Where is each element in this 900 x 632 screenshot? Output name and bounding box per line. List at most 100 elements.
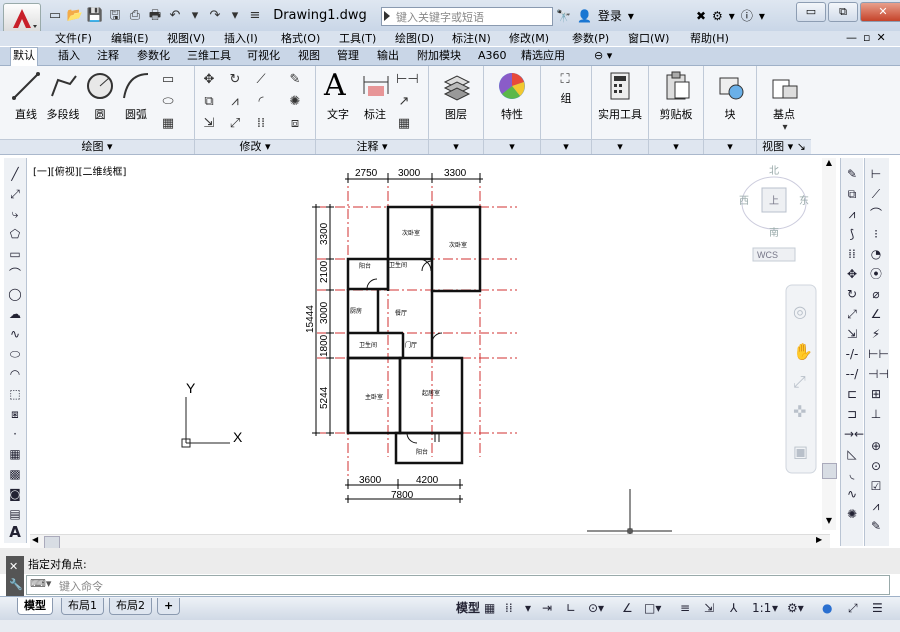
- menu-tools[interactable]: 工具(T): [339, 31, 376, 46]
- fillet-icon[interactable]: ◜: [253, 94, 269, 110]
- properties-panel-footer[interactable]: ▾: [484, 139, 540, 154]
- search-expand-icon[interactable]: [384, 11, 390, 21]
- line-label[interactable]: 直线: [6, 106, 46, 122]
- leader-icon[interactable]: ↗: [396, 94, 412, 110]
- viewcube-north[interactable]: 北: [769, 165, 779, 177]
- binoculars-icon[interactable]: 🔭: [556, 9, 571, 23]
- undo-dropdown-icon[interactable]: ▾: [186, 7, 204, 25]
- menu-help[interactable]: 帮助(H): [690, 31, 729, 46]
- command-input[interactable]: 键入命令: [59, 578, 103, 594]
- mirror-tool-icon[interactable]: ⩘: [844, 206, 860, 222]
- explode-tool-icon[interactable]: ✺: [844, 506, 860, 522]
- polyline-icon[interactable]: [48, 70, 80, 102]
- join-icon[interactable]: →←: [844, 426, 864, 442]
- annotation-visibility-icon[interactable]: ⅄: [730, 600, 737, 616]
- jogged-icon[interactable]: ⦿: [868, 266, 884, 282]
- trim-tool-icon[interactable]: -/-: [844, 346, 860, 362]
- extend-tool-icon[interactable]: --/: [844, 366, 860, 382]
- ortho-icon[interactable]: ∟: [566, 600, 576, 616]
- snap-dropdown-icon[interactable]: ▾: [525, 600, 531, 616]
- dim-edit-icon[interactable]: ✎: [868, 518, 884, 534]
- drawing-canvas[interactable]: [一][俯视][二维线框] 2750 3000 3300 3300 2100 3…: [27, 157, 837, 534]
- scroll-up-icon[interactable]: ▲: [822, 158, 836, 172]
- rotate-tool-icon[interactable]: ↻: [844, 286, 860, 302]
- point-icon[interactable]: ·: [7, 426, 23, 442]
- isodraft-icon[interactable]: ∠: [622, 600, 633, 616]
- vertical-scroll-thumb[interactable]: [822, 463, 837, 479]
- tab-3d-tools[interactable]: 三维工具: [185, 48, 233, 64]
- properties-label[interactable]: 特性: [484, 106, 540, 122]
- tab-insert[interactable]: 插入: [56, 48, 82, 64]
- undo-icon[interactable]: ↶: [166, 7, 184, 25]
- layers-label[interactable]: 图层: [429, 106, 483, 122]
- blend-icon[interactable]: ∿: [844, 486, 860, 502]
- close-command-icon[interactable]: ✕: [9, 560, 18, 573]
- table-tool-icon[interactable]: ▤: [7, 506, 23, 522]
- annotation-panel-footer[interactable]: 注释 ▾: [316, 139, 428, 154]
- menu-modify[interactable]: 修改(M): [509, 31, 549, 46]
- lineweight-icon[interactable]: ≡: [680, 600, 690, 616]
- command-line-handle[interactable]: ✕ 🔧: [6, 556, 24, 596]
- help-dropdown-icon[interactable]: ▾: [759, 9, 765, 23]
- polyline-label[interactable]: 多段线: [44, 106, 82, 122]
- open-file-icon[interactable]: 📂: [66, 7, 84, 25]
- viewcube-east[interactable]: 东: [799, 194, 809, 207]
- tab-addins[interactable]: 附加模块: [415, 48, 463, 64]
- erase-tool-icon[interactable]: ✎: [844, 166, 860, 182]
- ribbon-toggle-icon[interactable]: ⊖ ▾: [592, 48, 614, 64]
- infer-constraints-icon[interactable]: ⇥: [542, 600, 552, 616]
- command-prompt-icon[interactable]: ⌨▾: [30, 577, 51, 590]
- table-icon[interactable]: ▦: [396, 116, 412, 132]
- circle-tool-icon[interactable]: ◯: [7, 286, 23, 302]
- multiline-text-icon[interactable]: A: [7, 524, 23, 540]
- restore-button[interactable]: ⧉: [828, 2, 858, 22]
- tab-annotate[interactable]: 注释: [95, 48, 121, 64]
- menu-edit[interactable]: 编辑(E): [111, 31, 149, 46]
- text-icon[interactable]: A: [324, 68, 346, 103]
- group-panel-footer[interactable]: ▾: [541, 139, 591, 154]
- tab-output[interactable]: 输出: [375, 48, 401, 64]
- login-dropdown-icon[interactable]: ▾: [628, 9, 634, 23]
- copy-icon[interactable]: ⧉: [201, 94, 217, 110]
- circle-icon[interactable]: [84, 70, 116, 102]
- print-icon[interactable]: ⎙: [126, 7, 144, 25]
- user-icon[interactable]: 👤: [577, 9, 592, 23]
- scale-tool-icon[interactable]: ⤢: [844, 306, 860, 322]
- hatch-icon[interactable]: ▦: [160, 116, 176, 132]
- viewcube-top[interactable]: 上: [769, 195, 779, 207]
- linear-dim-icon[interactable]: ⊢⊣: [396, 72, 419, 88]
- scale-icon[interactable]: ⤢: [227, 116, 243, 132]
- hatch-tool-icon[interactable]: ▦: [7, 446, 23, 462]
- block-panel-footer[interactable]: ▾: [704, 139, 756, 154]
- radius-icon[interactable]: ◔: [868, 246, 884, 262]
- inspection-icon[interactable]: ☑: [868, 478, 884, 494]
- clipboard-label[interactable]: 剪贴板: [649, 106, 703, 122]
- clipboard-icon[interactable]: [661, 70, 693, 102]
- ordinate-icon[interactable]: ⁝: [868, 226, 884, 242]
- new-file-icon[interactable]: ▭: [46, 7, 64, 25]
- base-dropdown-icon[interactable]: ▾: [777, 120, 793, 136]
- horizontal-scrollbar[interactable]: ◀ ▶: [30, 534, 830, 549]
- grid-icon[interactable]: ▦: [484, 600, 495, 616]
- mdi-minimize-button[interactable]: —: [846, 31, 857, 44]
- make-block-icon[interactable]: ⧆: [7, 406, 23, 422]
- linear-dimension-icon[interactable]: ⊢: [868, 166, 884, 182]
- fillet-tool-icon[interactable]: ◟: [844, 466, 860, 482]
- calculator-icon[interactable]: [604, 70, 636, 102]
- layout-tab-1[interactable]: 布局1: [61, 598, 104, 615]
- array-tool-icon[interactable]: ⁞⁞: [844, 246, 860, 262]
- offset-icon[interactable]: ⧈: [287, 116, 303, 132]
- rectangle-tool-icon[interactable]: ▭: [7, 246, 23, 262]
- save-as-icon[interactable]: 🖫: [106, 7, 124, 25]
- layout-tab-2[interactable]: 布局2: [109, 598, 152, 615]
- arc-label[interactable]: 圆弧: [118, 106, 154, 122]
- tab-featured-apps[interactable]: 精选应用: [519, 48, 567, 64]
- layout-tab-model[interactable]: 模型: [17, 598, 53, 615]
- dimension-icon[interactable]: [360, 70, 392, 102]
- customize-command-icon[interactable]: 🔧: [9, 578, 23, 591]
- utilities-label[interactable]: 实用工具: [592, 106, 648, 122]
- tolerance-icon[interactable]: ⊕: [868, 438, 884, 454]
- block-icon[interactable]: [714, 70, 746, 102]
- redo-icon[interactable]: ↷: [206, 7, 224, 25]
- minimize-button[interactable]: ▭: [796, 2, 826, 22]
